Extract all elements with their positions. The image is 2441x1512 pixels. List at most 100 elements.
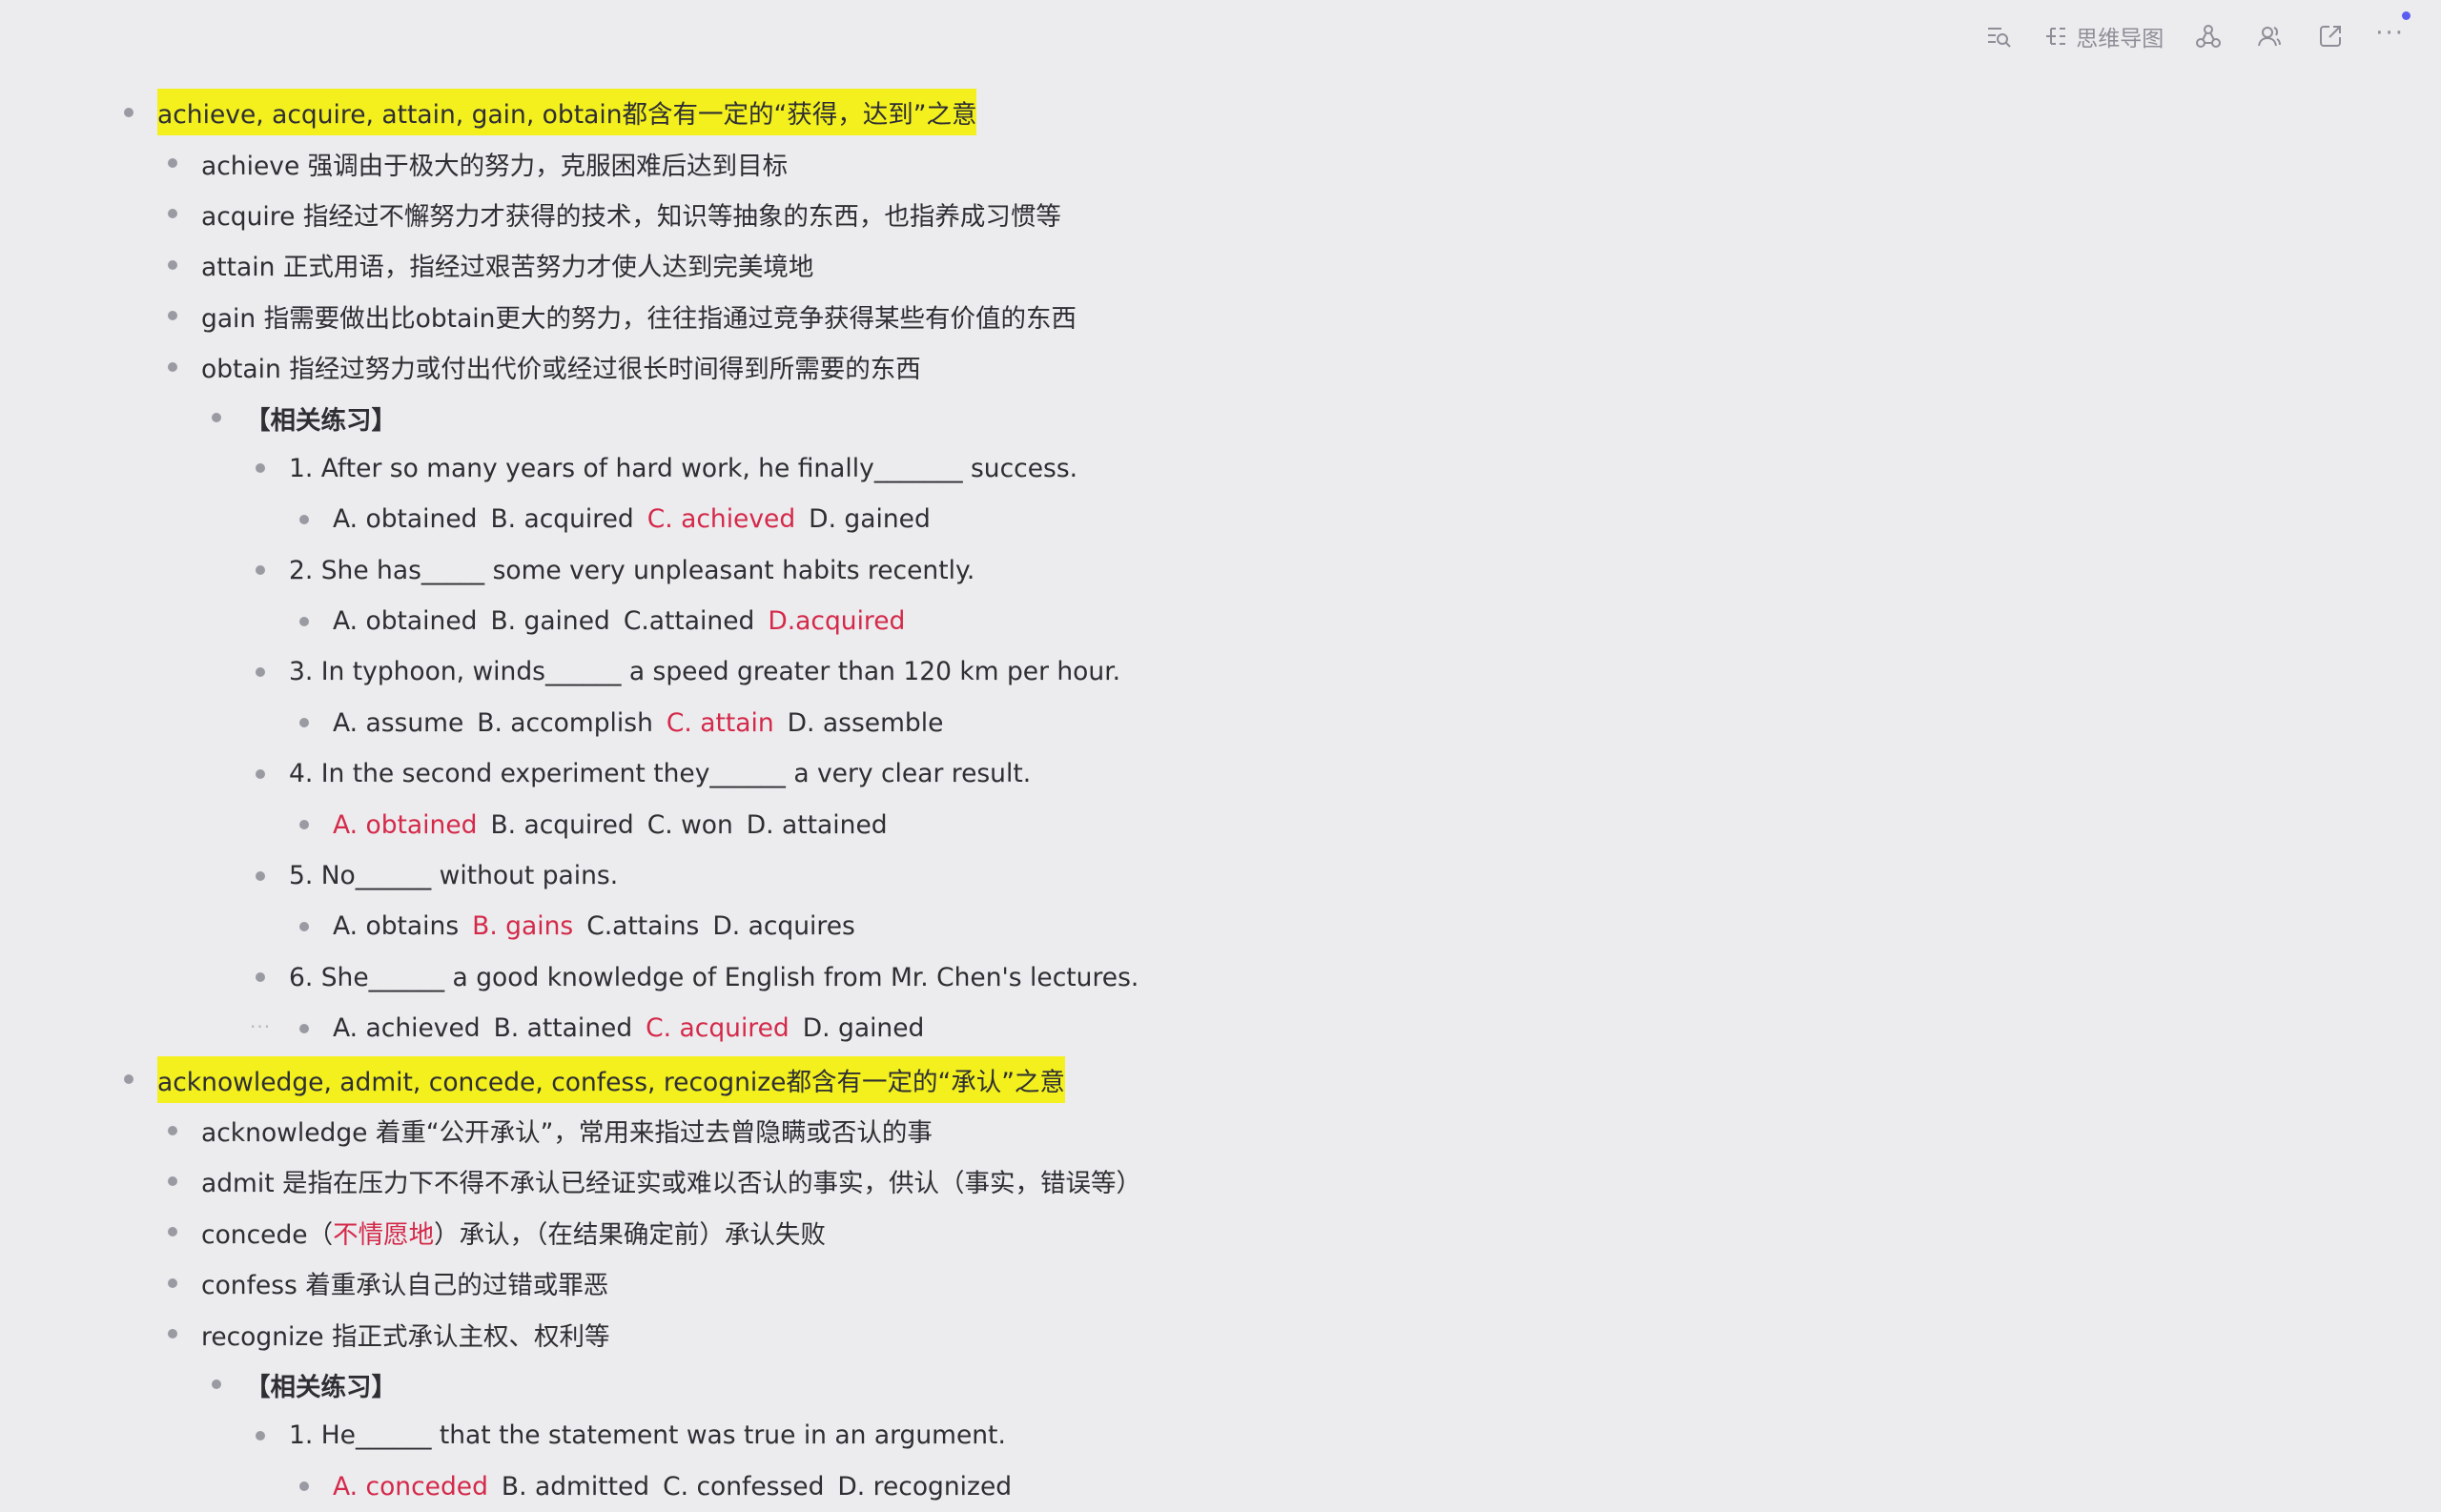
definition-text: achieve 强调由于极大的努力，克服困难后达到目标 — [201, 151, 789, 181]
question-text: 6. She______ a good knowledge of English… — [289, 962, 1139, 992]
outline-node-level0[interactable]: acknowledge, admit, concede, confess, re… — [0, 1053, 1335, 1104]
bullet-icon[interactable] — [299, 1023, 309, 1033]
option: D. gained — [809, 504, 931, 535]
bullet-icon[interactable] — [299, 921, 309, 931]
question-node[interactable]: 3. In typhoon, winds______ a speed great… — [0, 646, 1335, 697]
outline-node-level2[interactable]: 【相关练习】 — [0, 392, 1335, 442]
bullet-icon[interactable] — [256, 463, 265, 474]
options-line: A. conceded B. admitted C. confessed D. rec… — [333, 1472, 1025, 1502]
bullet-icon[interactable] — [212, 413, 221, 423]
option: B. attained — [493, 1013, 633, 1044]
bullet-icon[interactable] — [256, 972, 265, 983]
bullet-icon[interactable] — [168, 1277, 177, 1288]
bullet-icon[interactable] — [212, 1379, 221, 1390]
question-node[interactable]: 1. After so many years of hard work, he … — [0, 443, 1335, 494]
option: B. gained — [490, 606, 610, 637]
outline-node-level1[interactable]: acknowledge 着重“公开承认”，常用来指过去曾隐瞒或否认的事 — [0, 1105, 1335, 1155]
bullet-icon[interactable] — [299, 718, 309, 728]
question-node[interactable]: 2. She has_____ some very unpleasant hab… — [0, 545, 1335, 596]
outline-document: achieve, acquire, attain, gain, obtain都含… — [0, 87, 1335, 1512]
option: D. attained — [746, 809, 888, 840]
more-menu-button[interactable]: ··· — [2375, 11, 2410, 53]
definition-text: acquire 指经过不懈努力才获得的技术，知识等抽象的东西，也指养成习惯等 — [201, 201, 1061, 232]
bullet-icon[interactable] — [256, 1430, 265, 1440]
question-text: 2. She has_____ some very unpleasant hab… — [289, 555, 975, 585]
correct-option: C. achieved — [646, 504, 796, 535]
mindmap-button[interactable]: 思维导图 — [2043, 20, 2164, 52]
bullet-icon[interactable] — [256, 870, 265, 881]
concede-suffix: ）承认，（在结果确定前）承认失败 — [434, 1219, 826, 1250]
question-node[interactable]: 6. She______ a good knowledge of English… — [0, 952, 1335, 1003]
drag-handle-icon[interactable]: ··· — [250, 1015, 271, 1038]
outline-node-level1[interactable]: attain 正式用语，指经过艰苦努力才使人达到完美境地 — [0, 239, 1335, 290]
bullet-icon[interactable] — [299, 820, 309, 830]
outline-node-level1[interactable]: recognize 指正式承认主权、权利等 — [0, 1308, 1335, 1359]
options-node[interactable]: A. obtained B. acquired C. achieved D. gain… — [0, 494, 1335, 544]
bullet-icon[interactable] — [168, 1329, 177, 1339]
question-text: 4. In the second experiment they______ a… — [289, 759, 1032, 789]
correct-option: A. conceded — [333, 1471, 488, 1502]
definition-text: confess 着重承认自己的过错或罪恶 — [201, 1271, 609, 1301]
options-node[interactable]: A. obtained B. gained C.attained D.acquired — [0, 596, 1335, 646]
options-line: A. obtains B. gains C.attains D. acquires — [333, 911, 869, 941]
outline-node-level1[interactable]: confess 着重承认自己的过错或罪恶 — [0, 1257, 1335, 1308]
options-line: A. achieved B. attained C. acquired D. gain… — [333, 1013, 937, 1043]
option: D. gained — [802, 1013, 925, 1044]
bullet-icon[interactable] — [256, 565, 265, 576]
outline-node-level1[interactable]: admit 是指在压力下不得不承认已经证实或难以否认的事实，供认（事实，错误等） — [0, 1155, 1335, 1206]
options-node[interactable]: A. obtains B. gains C.attains D. acquires — [0, 901, 1335, 951]
question-node[interactable]: 1. He______ that the statement was true … — [0, 1410, 1335, 1461]
bullet-icon[interactable] — [168, 259, 177, 270]
question-text: 1. After so many years of hard work, he … — [289, 453, 1078, 483]
bullet-icon[interactable] — [299, 1481, 309, 1492]
search-outline-icon[interactable] — [1982, 20, 2015, 52]
option: B. accomplish — [477, 707, 653, 738]
correct-option: A. obtained — [333, 809, 478, 840]
bullet-icon[interactable] — [168, 158, 177, 169]
outline-node-level1[interactable]: achieve 强调由于极大的努力，克服困难后达到目标 — [0, 137, 1335, 188]
options-node[interactable]: A. obtained B. acquired C. won D. attained — [0, 799, 1335, 849]
option: C.attains — [586, 911, 700, 942]
option: A. obtained — [333, 504, 478, 535]
question-node[interactable]: 5. No______ without pains. — [0, 850, 1335, 901]
bullet-icon[interactable] — [124, 1074, 133, 1085]
outline-node-level0[interactable]: achieve, acquire, attain, gain, obtain都含… — [0, 87, 1335, 137]
bullet-icon[interactable] — [168, 311, 177, 321]
collaborate-users-icon[interactable] — [2253, 20, 2286, 52]
options-line: A. obtained B. gained C.attained D.acquired — [333, 606, 918, 636]
options-node[interactable]: ··· A. achieved B. attained C. acquired D. … — [0, 1003, 1335, 1053]
bullet-icon[interactable] — [168, 1227, 177, 1237]
share-network-icon[interactable] — [2192, 20, 2225, 52]
option: C. won — [646, 809, 733, 840]
bullet-icon[interactable] — [168, 361, 177, 372]
outline-node-level1[interactable]: acquire 指经过不懈努力才获得的技术，知识等抽象的东西，也指养成习惯等 — [0, 189, 1335, 239]
options-line: A. obtained B. acquired C. achieved D. gain… — [333, 504, 944, 534]
question-text: 3. In typhoon, winds______ a speed great… — [289, 657, 1121, 687]
export-icon[interactable] — [2314, 20, 2347, 52]
option: A. assume — [333, 707, 464, 738]
practice-heading: 【相关练习】 — [245, 405, 397, 436]
outline-node-level1[interactable]: gain 指需要做出比obtain更大的努力，往往指通过竞争获得某些有价值的东西 — [0, 291, 1335, 341]
option: A. achieved — [333, 1013, 481, 1044]
bullet-icon[interactable] — [168, 209, 177, 219]
bullet-icon[interactable] — [168, 1175, 177, 1186]
outline-node-level1[interactable]: obtain 指经过努力或付出代价或经过很长时间得到所需要的东西 — [0, 341, 1335, 392]
outline-node-level1[interactable]: concede（不情愿地）承认，（在结果确定前）承认失败 — [0, 1207, 1335, 1257]
definition-text: admit 是指在压力下不得不承认已经证实或难以否认的事实，供认（事实，错误等） — [201, 1169, 1142, 1199]
options-node[interactable]: A. conceded B. admitted C. confessed D. rec… — [0, 1461, 1335, 1512]
bullet-icon[interactable] — [256, 768, 265, 779]
bullet-icon[interactable] — [299, 616, 309, 626]
correct-option: B. gains — [472, 911, 574, 942]
outline-node-level2[interactable]: 【相关练习】 — [0, 1359, 1335, 1410]
bullet-icon[interactable] — [168, 1125, 177, 1135]
practice-heading: 【相关练习】 — [245, 1372, 397, 1402]
question-text: 1. He______ that the statement was true … — [289, 1420, 1006, 1451]
options-node[interactable]: A. assume B. accomplish C. attain D. assemb… — [0, 698, 1335, 748]
bullet-icon[interactable] — [124, 107, 133, 117]
option: D. recognized — [837, 1471, 1013, 1502]
bullet-icon[interactable] — [256, 666, 265, 677]
definition-text: acknowledge 着重“公开承认”，常用来指过去曾隐瞒或否认的事 — [201, 1118, 933, 1148]
bullet-icon[interactable] — [299, 514, 309, 524]
option: A. obtains — [333, 911, 460, 942]
question-node[interactable]: 4. In the second experiment they______ a… — [0, 748, 1335, 799]
